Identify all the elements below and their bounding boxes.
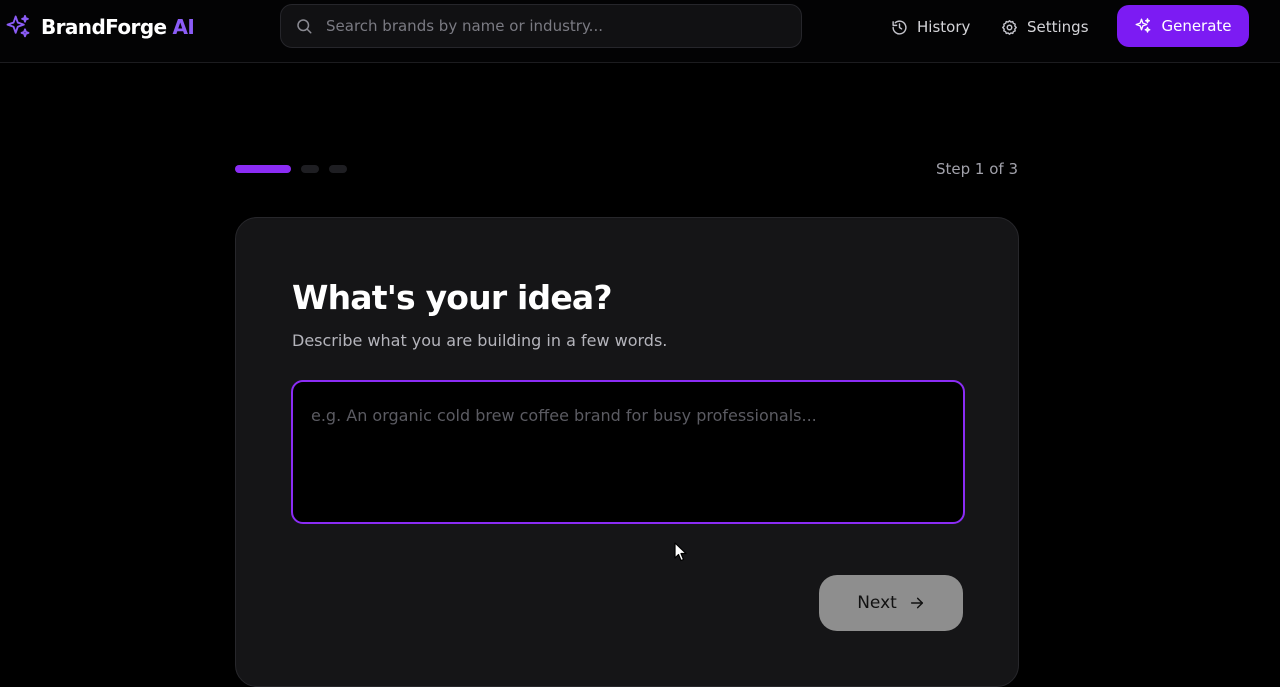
nav-history[interactable]: History [891, 13, 970, 41]
generate-button-label: Generate [1161, 17, 1232, 35]
search-bar [280, 4, 802, 48]
search-icon [297, 19, 312, 34]
nav-history-label: History [917, 18, 971, 36]
progress-step-2 [301, 165, 319, 173]
generate-button[interactable]: Generate [1117, 5, 1249, 47]
top-navbar: BrandForgeAI History Settings Generate [0, 0, 1280, 63]
brand-name: BrandForge AI [41, 15, 195, 39]
brand-name-text: BrandForge [41, 15, 167, 39]
nav-settings[interactable]: Settings [1001, 13, 1089, 41]
search-input[interactable] [326, 17, 766, 35]
history-icon [892, 19, 907, 35]
brand-accent: AI [172, 15, 195, 39]
nav-settings-label: Settings [1027, 18, 1089, 36]
progress-step-1 [235, 165, 291, 173]
gear-icon [1002, 19, 1017, 35]
page-title: What's your idea? [292, 278, 613, 317]
sparkles-icon [1136, 18, 1151, 33]
sparkles-icon [6, 14, 30, 38]
page-subtitle: Describe what you are building in a few … [292, 331, 668, 350]
idea-input[interactable] [291, 380, 965, 524]
arrow-right-icon [910, 597, 923, 609]
progress-step-3 [329, 165, 347, 173]
brand-logo[interactable]: BrandForge AI [4, 12, 195, 42]
next-button-label: Next [857, 593, 897, 613]
idea-step-card: What's your idea? Describe what you are … [235, 217, 1019, 687]
next-button[interactable]: Next [819, 575, 963, 631]
mouse-cursor-icon [674, 542, 687, 562]
step-counter: Step 1 of 3 [935, 160, 1018, 178]
